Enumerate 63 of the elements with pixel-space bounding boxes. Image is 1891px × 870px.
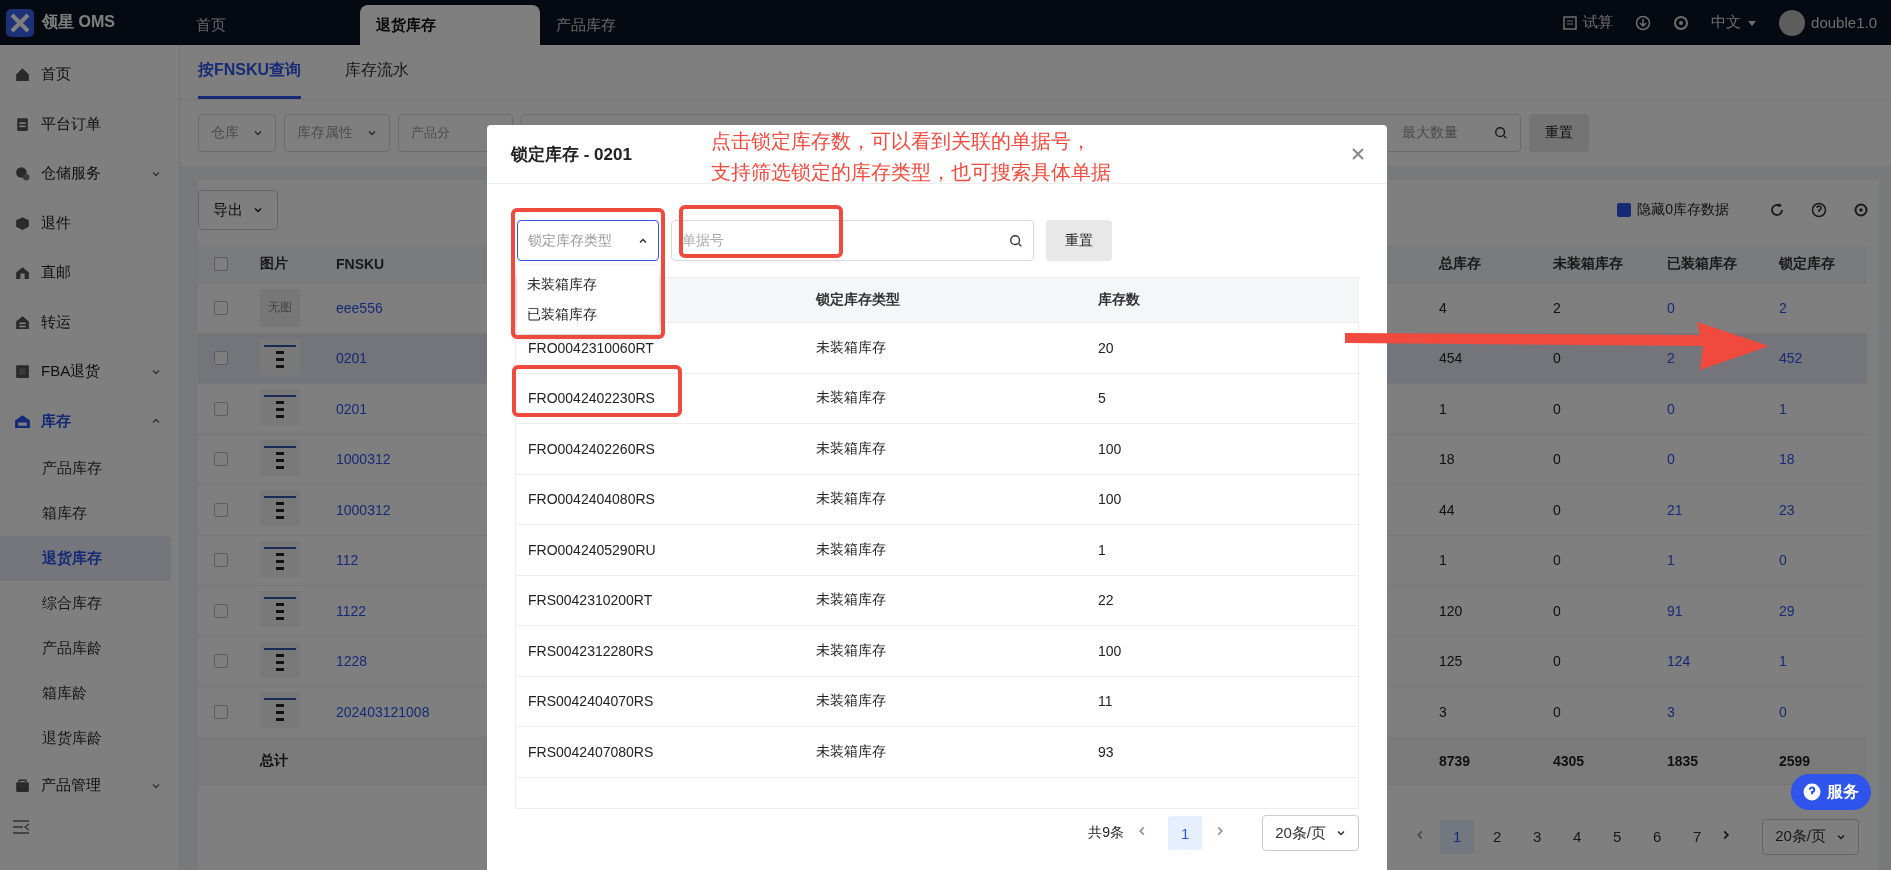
- table-cell-text: 1: [1097, 541, 1107, 558]
- column-header: 未装箱库存: [1552, 255, 1624, 273]
- table-cell: 18: [1439, 451, 1455, 468]
- table-cell: 44: [1439, 501, 1455, 518]
- table-cell-text: 未装箱库存: [815, 540, 887, 559]
- total-label: 总计: [260, 751, 288, 768]
- column-header: 库存数: [1097, 291, 1141, 309]
- annotation-text: 点击锁定库存数，可以看到关联的单据号，: [711, 129, 1092, 154]
- table-cell-text: 22: [1097, 592, 1115, 609]
- table-cell-text: FRO0042402230RS: [527, 390, 656, 407]
- table-cell: 1: [1439, 552, 1447, 569]
- table-cell: 0: [1553, 602, 1561, 619]
- total-cell: 2599: [1779, 752, 1811, 769]
- table-cell-text: FRO0042310060RT: [527, 339, 655, 356]
- table-cell-text: 未装箱库存: [815, 742, 887, 761]
- table-cell: 0: [1553, 552, 1561, 569]
- table-cell-text: 未装箱库存: [815, 591, 887, 610]
- table-cell: 1: [1439, 400, 1447, 417]
- table-cell-text: 100: [1097, 642, 1123, 659]
- table-cell: 125: [1439, 653, 1463, 670]
- table-cell-text: 11: [1097, 693, 1114, 710]
- table-cell-text: FRS0042407080RS: [527, 743, 655, 760]
- table-cell-text: FRS0042310200RT: [527, 592, 654, 609]
- table-cell-text: FRO0042402260RS: [527, 440, 656, 457]
- table-cell: 2: [1553, 299, 1561, 316]
- table-cell-text: 未装箱库存: [815, 439, 887, 458]
- table-cell: 0: [1553, 400, 1561, 417]
- table-cell-text: 未装箱库存: [815, 389, 887, 408]
- table-cell-text: 20: [1097, 339, 1115, 356]
- column-header: 锁定库存类型: [814, 291, 901, 309]
- table-cell: 4: [1439, 299, 1447, 316]
- table-cell-text: 未装箱库存: [815, 338, 887, 357]
- column-header: 已装箱库存: [1666, 255, 1738, 273]
- table-cell-text: 未装箱库存: [815, 490, 887, 509]
- table-cell: 120: [1439, 602, 1463, 619]
- table-cell-text: 100: [1097, 491, 1123, 508]
- table-cell-text: FRS0042404070RS: [527, 693, 655, 710]
- total-count: 共9条: [1088, 824, 1125, 842]
- table-cell: 0: [1553, 451, 1561, 468]
- table-cell: 0: [1553, 653, 1561, 670]
- column-header: 图片: [259, 255, 289, 273]
- table-cell: 0: [1553, 350, 1561, 367]
- total-cell: 4305: [1553, 752, 1585, 769]
- table-cell-text: 5: [1097, 390, 1107, 407]
- app-name: 领星 OMS: [42, 12, 115, 32]
- table-cell-text: FRS0042312280RS: [527, 642, 655, 659]
- column-header: FNSKU: [335, 256, 386, 272]
- table-cell: 0: [1553, 501, 1561, 518]
- table-cell-text: FRO0042404080RS: [527, 491, 656, 508]
- table-cell-text: 93: [1097, 743, 1115, 760]
- annotation-text: 支持筛选锁定的库存类型，也可搜索具体单据: [711, 160, 1111, 185]
- table-cell-text: 未装箱库存: [815, 641, 887, 660]
- table-cell: 3: [1439, 703, 1447, 720]
- table-cell-text: FRO0042405290RU: [527, 541, 657, 558]
- table-cell-text: 100: [1097, 440, 1123, 457]
- column-header: 总库存: [1437, 255, 1482, 273]
- total-cell: 1835: [1667, 752, 1699, 769]
- column-header: 锁定库存: [1777, 255, 1836, 273]
- total-cell: 8739: [1439, 752, 1471, 769]
- table-cell-text: 未装箱库存: [815, 692, 887, 711]
- table-cell: 454: [1439, 350, 1463, 367]
- dialog-title: 锁定库存 - 0201: [511, 143, 632, 166]
- table-cell: 0: [1553, 703, 1561, 720]
